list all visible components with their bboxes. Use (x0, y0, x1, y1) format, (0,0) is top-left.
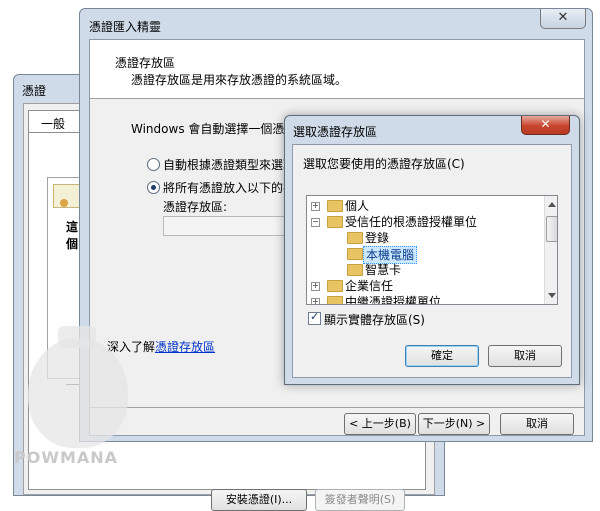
scroll-down-icon[interactable] (548, 293, 556, 298)
folder-icon (327, 216, 343, 228)
watermark-text: POWMANA (14, 448, 119, 467)
show-physical-stores-checkbox[interactable] (308, 310, 321, 325)
next-button[interactable]: 下一步(N) > (418, 413, 490, 435)
radio-manual-store[interactable] (147, 181, 160, 194)
tree-item-label: 登錄 (365, 231, 390, 245)
tab-general-label: 一般 (41, 117, 66, 131)
folder-icon (327, 296, 343, 304)
wizard-instruction: Windows 會自動選擇一個憑證 (131, 122, 297, 136)
certificate-window-title: 憑證 (22, 84, 47, 98)
radio-auto-select[interactable] (147, 158, 160, 171)
folder-icon (327, 280, 343, 292)
radio-manual-store-label: 將所有憑證放入以下的存 (163, 181, 296, 195)
store-label: 憑證存放區: (163, 200, 228, 214)
show-physical-stores-label: 顯示實體存放區(S) (324, 313, 425, 327)
wizard-title: 憑證匯入精靈 (89, 20, 162, 34)
expand-icon[interactable]: + (311, 298, 320, 304)
dialog-title: 選取憑證存放區 (293, 125, 378, 139)
learn-more: 深入了解憑證存放區 (107, 338, 215, 355)
collapse-icon[interactable]: − (311, 218, 320, 227)
scroll-thumb[interactable] (546, 216, 557, 242)
install-certificate-button[interactable]: 安裝憑證(I)... (211, 489, 307, 511)
tree-item-label: 個人 (345, 199, 370, 213)
wizard-close-button[interactable]: ✕ (540, 9, 586, 29)
select-store-dialog: 選取憑證存放區 ✕ 選取您要使用的憑證存放區(C) + 個人 − 受信任的根憑證… (284, 115, 580, 385)
tree-item-label: 智慧卡 (365, 263, 402, 277)
tree-scrollbar[interactable] (544, 196, 557, 304)
dialog-body: 選取您要使用的憑證存放區(C) + 個人 − 受信任的根憑證授權單位 登錄 本機… (292, 144, 572, 378)
folder-icon (347, 264, 363, 276)
tree-item-label: 中繼憑證授權單位 (345, 295, 442, 305)
wizard-header: 憑證存放區 憑證存放區是用來存放憑證的系統區域。 (90, 40, 584, 99)
scroll-up-icon[interactable] (548, 202, 556, 207)
learn-more-link[interactable]: 憑證存放區 (155, 340, 215, 354)
wizard-header-description: 憑證存放區是用來存放憑證的系統區域。 (131, 73, 348, 87)
store-tree[interactable]: + 個人 − 受信任的根憑證授權單位 登錄 本機電腦 智慧卡 + 企業信任 + … (306, 195, 558, 305)
radio-auto-select-label: 自動根據憑證類型來選取 (163, 158, 296, 172)
folder-icon (347, 232, 363, 244)
dialog-close-button[interactable]: ✕ (521, 116, 570, 135)
dialog-prompt: 選取您要使用的憑證存放區(C) (303, 157, 465, 171)
watermark-logo (28, 338, 128, 448)
wizard-header-title: 憑證存放區 (115, 56, 176, 70)
back-button[interactable]: < 上一步(B) (344, 413, 416, 435)
wizard-cancel-button[interactable]: 取消 (500, 413, 574, 435)
dialog-cancel-button[interactable]: 取消 (488, 345, 562, 367)
ok-button[interactable]: 確定 (405, 345, 479, 367)
wizard-separator (90, 407, 584, 408)
learn-more-prefix: 深入了解 (107, 340, 156, 354)
expand-icon[interactable]: + (311, 202, 320, 211)
tab-general[interactable]: 一般 (28, 110, 86, 133)
store-field (163, 216, 291, 236)
expand-icon[interactable]: + (311, 282, 320, 291)
folder-icon (327, 200, 343, 212)
folder-icon (347, 248, 363, 260)
tree-item-label: 受信任的根憑證授權單位 (345, 215, 478, 229)
tree-item-label: 企業信任 (345, 279, 394, 293)
issuer-statement-button[interactable]: 簽發者聲明(S) (315, 489, 405, 511)
